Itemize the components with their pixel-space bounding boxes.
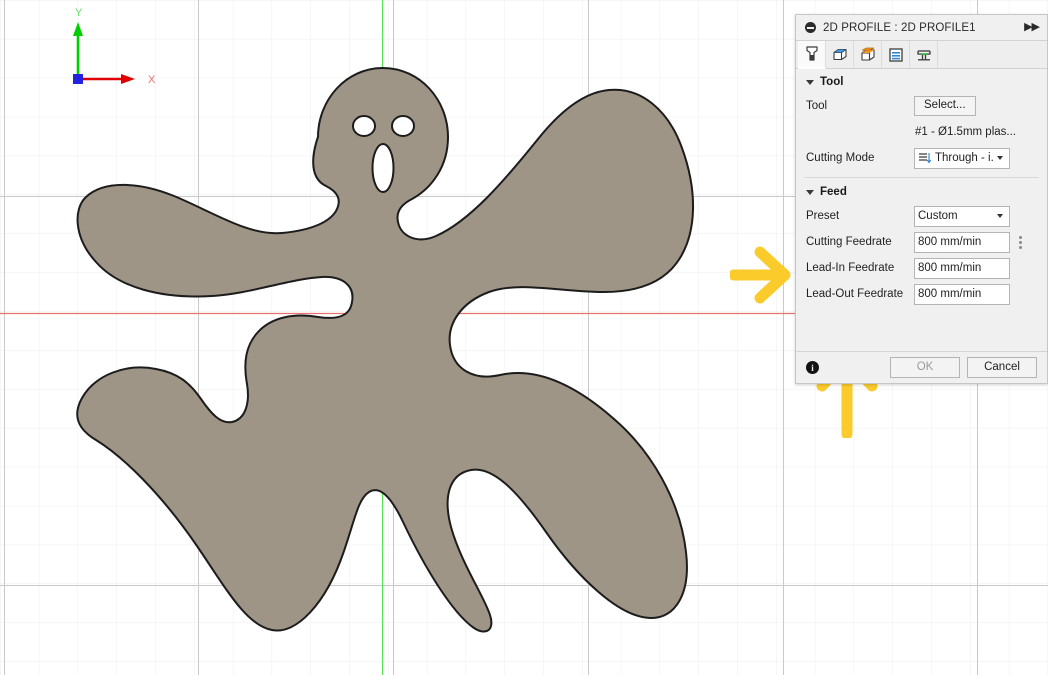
selected-tool-name: #1 - Ø1.5mm plas... bbox=[915, 126, 1016, 138]
chevron-down-icon bbox=[997, 156, 1003, 160]
application-window: Y X 2D PROFILE : 2D PROFILE1 ▶▶ Tool Too… bbox=[0, 0, 1048, 675]
passes-layers-icon bbox=[888, 47, 903, 62]
label-tool: Tool bbox=[806, 100, 828, 112]
dialog-tabstrip bbox=[796, 41, 1047, 69]
cutting-mode-icon bbox=[919, 153, 932, 164]
tab-linking[interactable] bbox=[910, 41, 938, 68]
dialog-header: 2D PROFILE : 2D PROFILE1 ▶▶ bbox=[796, 15, 1047, 41]
caret-down-icon bbox=[806, 189, 814, 195]
row-lead-out-feedrate: Lead-Out Feedrate bbox=[796, 281, 1047, 307]
kebab-menu-icon[interactable] bbox=[1019, 235, 1022, 249]
preset-value: Custom bbox=[918, 210, 958, 222]
row-cutting-feedrate: Cutting Feedrate bbox=[796, 229, 1047, 255]
double-chevron-right-icon[interactable]: ▶▶ bbox=[1024, 22, 1040, 33]
section-header-feed[interactable]: Feed bbox=[796, 179, 1047, 203]
operation-dialog: 2D PROFILE : 2D PROFILE1 ▶▶ Tool Tool Se… bbox=[795, 14, 1048, 384]
info-glyph: i bbox=[811, 362, 814, 373]
lead-in-feedrate-input[interactable] bbox=[914, 257, 1010, 279]
cutting-feedrate-input[interactable] bbox=[914, 231, 1010, 253]
tab-geometry[interactable] bbox=[826, 41, 854, 68]
dialog-body: Tool Tool Select... #1 - Ø1.5mm plas... … bbox=[796, 69, 1047, 351]
tab-tool[interactable] bbox=[798, 41, 826, 69]
section-divider bbox=[804, 177, 1039, 178]
cancel-button[interactable]: Cancel bbox=[967, 357, 1037, 378]
chevron-down-icon bbox=[997, 214, 1003, 218]
dialog-title: 2D PROFILE : 2D PROFILE1 bbox=[823, 21, 976, 34]
preset-dropdown[interactable]: Custom bbox=[914, 205, 1010, 227]
label-lead-out-feedrate: Lead-Out Feedrate bbox=[806, 288, 904, 300]
dialog-footer: i OK Cancel bbox=[796, 351, 1047, 383]
endmill-tool-icon bbox=[805, 46, 818, 61]
linking-ramp-icon bbox=[916, 49, 931, 60]
axis-y-label: Y bbox=[75, 7, 83, 19]
info-icon[interactable]: i bbox=[806, 361, 819, 374]
section-header-tool[interactable]: Tool bbox=[796, 69, 1047, 93]
geometry-cube-icon bbox=[832, 48, 847, 60]
caret-down-icon bbox=[806, 79, 814, 85]
label-lead-in-feedrate: Lead-In Feedrate bbox=[806, 262, 895, 274]
cutting-mode-dropdown[interactable]: Through - i... bbox=[914, 147, 1010, 169]
label-cutting-mode: Cutting Mode bbox=[806, 152, 875, 164]
row-preset: Preset Custom bbox=[796, 203, 1047, 229]
row-lead-in-feedrate: Lead-In Feedrate bbox=[796, 255, 1047, 281]
section-title-tool: Tool bbox=[820, 76, 844, 88]
row-tool-name: #1 - Ø1.5mm plas... bbox=[796, 119, 1047, 145]
heights-stack-icon bbox=[860, 47, 875, 61]
label-cutting-feedrate: Cutting Feedrate bbox=[806, 236, 892, 248]
axis-x-label: X bbox=[148, 74, 156, 86]
row-tool: Tool Select... bbox=[796, 93, 1047, 119]
lead-out-feedrate-input[interactable] bbox=[914, 283, 1010, 305]
row-cutting-mode: Cutting Mode Through - i... bbox=[796, 145, 1047, 171]
ok-button[interactable]: OK bbox=[890, 357, 960, 378]
section-title-feed: Feed bbox=[820, 186, 847, 198]
cutting-mode-value: Through - i... bbox=[935, 152, 994, 164]
minus-circle-icon[interactable] bbox=[805, 22, 816, 33]
tab-passes[interactable] bbox=[882, 41, 910, 68]
tab-heights[interactable] bbox=[854, 41, 882, 68]
tool-select-button[interactable]: Select... bbox=[914, 95, 976, 117]
label-preset: Preset bbox=[806, 210, 840, 222]
